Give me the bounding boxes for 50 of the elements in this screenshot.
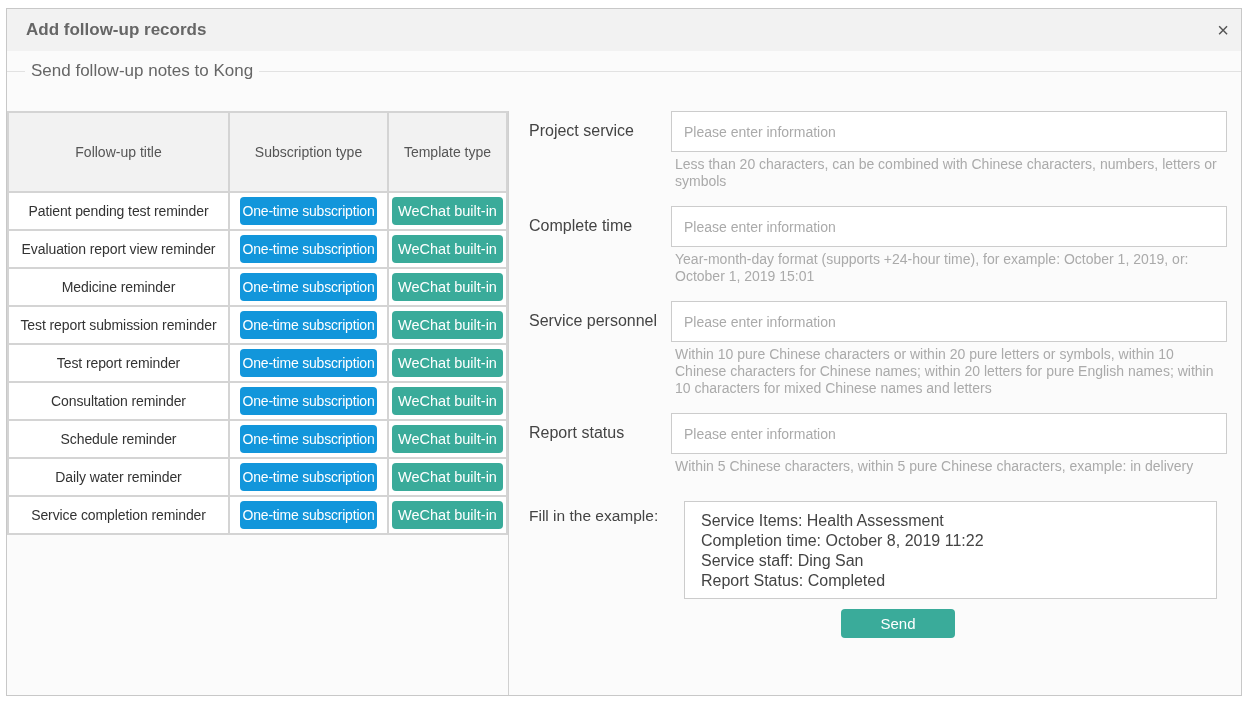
- input-field[interactable]: Please enter information: [671, 206, 1227, 247]
- table-cell: Consultation reminder: [8, 382, 229, 420]
- subscription-tag: One-time subscription: [239, 349, 378, 377]
- subscription-tag: One-time subscription: [239, 197, 378, 225]
- field-hint: Within 10 pure Chinese characters or within 20 pure letters or symbols, within 10 Chinese characters for Chinese names; within 20 letters for pure English names; within 10 characters for mixed Chinese names and letters: [674, 345, 1215, 397]
- example-line: Service Items: Health Assessment: [701, 511, 945, 531]
- column-header: Subscription type: [229, 112, 388, 192]
- field-label: Report status: [529, 423, 626, 442]
- column-header: Follow-up title: [8, 112, 229, 192]
- subscription-tag: One-time subscription: [239, 235, 378, 263]
- field-label: Complete time: [529, 216, 634, 235]
- example-line: Service staff: Ding San: [701, 551, 865, 571]
- section-legend: Send follow-up notes to Kong: [25, 61, 260, 81]
- dialog-title: Add follow-up records: [26, 20, 207, 40]
- table-cell: Test report submission reminder: [8, 306, 229, 344]
- template-tag: WeChat built-in: [392, 349, 503, 377]
- input-field[interactable]: Please enter information: [671, 413, 1227, 454]
- table-cell: Evaluation report view reminder: [8, 230, 229, 268]
- template-tag: WeChat built-in: [392, 387, 503, 415]
- template-tag: WeChat built-in: [392, 425, 503, 453]
- table-cell: Service completion reminder: [8, 496, 229, 534]
- input-field[interactable]: Please enter information: [671, 111, 1227, 152]
- subscription-tag: One-time subscription: [239, 273, 378, 301]
- example-line: Report Status: Completed: [701, 571, 887, 591]
- table-cell: Test report reminder: [8, 344, 229, 382]
- input-field[interactable]: Please enter information: [671, 301, 1227, 342]
- close-button[interactable]: ×: [1215, 18, 1231, 42]
- template-tag: WeChat built-in: [392, 463, 503, 491]
- template-tag: WeChat built-in: [392, 235, 503, 263]
- column-header: Template type: [388, 112, 507, 192]
- template-tag: WeChat built-in: [392, 197, 503, 225]
- subscription-tag: One-time subscription: [239, 501, 378, 529]
- table-cell: Daily water reminder: [8, 458, 229, 496]
- field-hint: Within 5 Chinese characters, within 5 pure Chinese characters, example: in delivery: [674, 457, 1195, 475]
- field-label: Service personnel: [529, 311, 659, 330]
- table-cell: Schedule reminder: [8, 420, 229, 458]
- subscription-tag: One-time subscription: [239, 387, 378, 415]
- table-cell: Patient pending test reminder: [8, 192, 229, 230]
- subscription-tag: One-time subscription: [239, 425, 378, 453]
- subscription-tag: One-time subscription: [239, 463, 378, 491]
- field-label: Project service: [529, 121, 635, 140]
- field-hint: Less than 20 characters, can be combined with Chinese characters, numbers, letters or symbols: [674, 155, 1218, 190]
- example-label: Fill in the example:: [529, 506, 660, 526]
- subscription-tag: One-time subscription: [239, 311, 378, 339]
- field-hint: Year-month-day format (supports +24-hour time), for example: October 1, 2019, or: October 1, 2019 15:01: [674, 250, 1190, 285]
- table-cell: Medicine reminder: [8, 268, 229, 306]
- template-tag: WeChat built-in: [392, 501, 503, 529]
- example-line: Completion time: October 8, 2019 11:22: [701, 531, 985, 551]
- template-tag: WeChat built-in: [392, 273, 503, 301]
- template-tag: WeChat built-in: [392, 311, 503, 339]
